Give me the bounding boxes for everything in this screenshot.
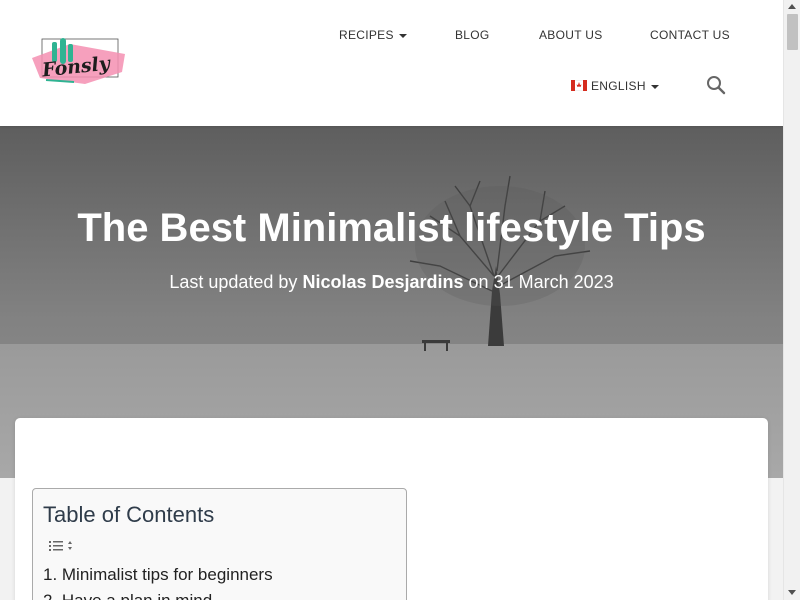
author-name[interactable]: Nicolas Desjardins xyxy=(302,272,463,292)
nav-about[interactable]: ABOUT US xyxy=(539,28,603,42)
nav-contact[interactable]: CONTACT US xyxy=(650,28,730,42)
page-scrollbar[interactable] xyxy=(783,0,800,600)
chevron-down-icon xyxy=(650,84,659,89)
toc-item[interactable]: 1. Minimalist tips for beginners xyxy=(43,565,273,585)
toc-item[interactable]: 2. Have a plan in mind xyxy=(43,591,212,600)
chevron-down-icon xyxy=(398,33,407,38)
nav-contact-label: CONTACT US xyxy=(650,28,730,42)
canada-flag-icon xyxy=(571,80,587,91)
meta-prefix: Last updated by xyxy=(169,272,298,292)
search-icon[interactable] xyxy=(705,74,727,96)
language-selector[interactable]: ENGLISH xyxy=(571,79,659,93)
nav-recipes[interactable]: RECIPES xyxy=(339,28,407,42)
toc-title: Table of Contents xyxy=(43,502,215,527)
post-date: 31 March 2023 xyxy=(493,272,614,292)
nav-about-label: ABOUT US xyxy=(539,28,603,42)
nav-blog-label: BLOG xyxy=(455,28,490,42)
site-header: Fonsly RECIPES BLOG ABOUT US CONTACT US … xyxy=(0,0,783,126)
language-label: ENGLISH xyxy=(591,79,646,93)
list-toggle-icon[interactable] xyxy=(47,538,77,554)
site-logo[interactable]: Fonsly xyxy=(30,36,130,92)
post-meta: Last updated by Nicolas Desjardins on 31… xyxy=(0,272,783,293)
nav-recipes-label: RECIPES xyxy=(339,28,394,42)
page-title: The Best Minimalist lifestyle Tips xyxy=(77,206,706,250)
table-of-contents: Table of Contents 1. Minimalist tips for… xyxy=(32,488,407,600)
meta-middle: on xyxy=(468,272,489,292)
nav-blog[interactable]: BLOG xyxy=(455,28,490,42)
content-card: Table of Contents 1. Minimalist tips for… xyxy=(15,418,768,600)
scroll-up-icon[interactable] xyxy=(788,4,796,9)
scroll-down-icon[interactable] xyxy=(788,590,796,595)
scrollbar-thumb[interactable] xyxy=(787,14,798,50)
